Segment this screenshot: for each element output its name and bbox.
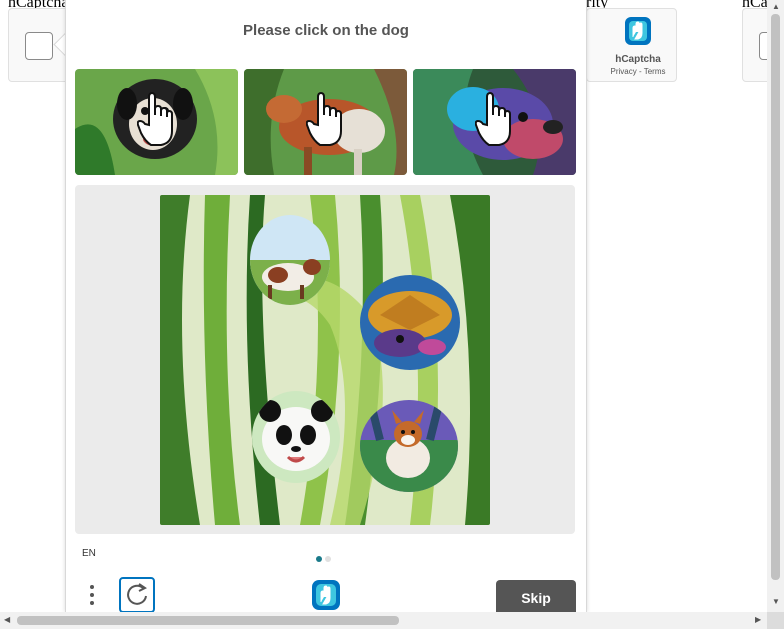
task-area: [75, 185, 575, 534]
hand-pointer-icon: [137, 91, 173, 146]
page-dot-active: [316, 556, 322, 562]
background-checkbox[interactable]: [25, 32, 53, 60]
hand-pointer-icon: [475, 91, 511, 146]
refresh-icon: [127, 583, 147, 605]
hand-pointer-icon: [306, 91, 342, 146]
page-dot-inactive: [325, 556, 331, 562]
scroll-up-arrow-icon[interactable]: ▲: [772, 3, 780, 11]
task-object-dog[interactable]: [360, 400, 458, 492]
horizontal-scroll-thumb[interactable]: [17, 616, 399, 625]
task-object-panda[interactable]: [252, 391, 340, 483]
vertical-scrollbar[interactable]: ▲ ▼: [767, 0, 784, 612]
example-image-1: [75, 69, 238, 175]
more-vertical-icon: [84, 585, 100, 605]
brand-name: hCaptcha: [615, 54, 661, 65]
brand-links[interactable]: Privacy - Terms: [600, 67, 676, 76]
hcaptcha-logo-icon: [312, 580, 340, 610]
horizontal-scrollbar[interactable]: ◀ ▶: [0, 612, 767, 629]
example-image-3: [413, 69, 576, 175]
more-menu-button[interactable]: [84, 581, 100, 611]
hcaptcha-logo-icon: [625, 17, 651, 45]
skip-button[interactable]: Skip: [496, 580, 576, 616]
scroll-right-arrow-icon[interactable]: ▶: [755, 616, 761, 624]
scroll-down-arrow-icon[interactable]: ▼: [772, 598, 780, 606]
task-object-cow[interactable]: [250, 215, 330, 305]
scrollbar-corner: [767, 612, 784, 629]
task-image[interactable]: [160, 195, 490, 525]
vertical-scroll-thumb[interactable]: [771, 14, 780, 580]
language-selector[interactable]: EN: [82, 548, 96, 559]
example-image-2: [244, 69, 407, 175]
challenge-prompt: Please click on the dog: [243, 22, 409, 39]
page-indicator: [316, 549, 334, 567]
refresh-button[interactable]: [119, 577, 155, 613]
task-object-turtle[interactable]: [360, 275, 460, 370]
hcaptcha-logo[interactable]: [308, 579, 344, 611]
scroll-left-arrow-icon[interactable]: ◀: [4, 616, 10, 624]
background-brand: hCaptcha Privacy - Terms: [600, 15, 676, 76]
challenge-panel: Please click on the dog EN Skip: [65, 0, 587, 616]
